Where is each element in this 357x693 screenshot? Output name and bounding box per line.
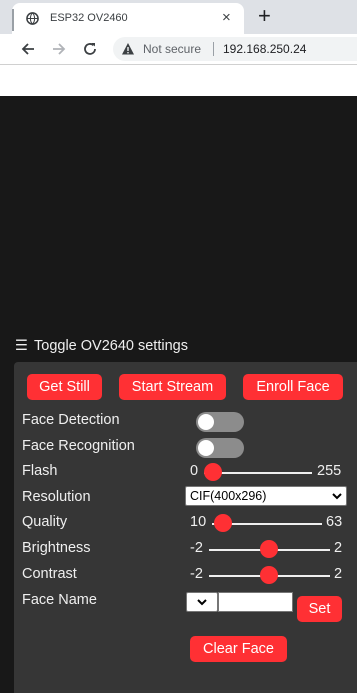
brightness-slider-thumb[interactable]	[260, 540, 278, 558]
resolution-value: CIF(400x296)	[190, 489, 267, 503]
quality-min: 10	[190, 514, 207, 530]
globe-icon	[26, 12, 39, 25]
tab-separator	[12, 9, 14, 31]
brightness-min: -2	[190, 540, 203, 556]
flash-min: 0	[190, 463, 199, 479]
get-still-button[interactable]: Get Still	[27, 374, 102, 400]
brightness-label: Brightness	[22, 540, 91, 556]
face-detection-toggle[interactable]	[196, 412, 244, 432]
contrast-min: -2	[190, 566, 203, 582]
browser-toolbar: Not secure 192.168.250.24	[0, 34, 357, 64]
quality-max: 63	[326, 514, 343, 530]
toggle-settings-label: Toggle OV2640 settings	[34, 338, 188, 354]
chevron-down-icon	[332, 493, 342, 500]
tab-title: ESP32 OV2460	[50, 12, 128, 24]
url-text[interactable]: 192.168.250.24	[223, 42, 306, 56]
address-bar[interactable]: Not secure 192.168.250.24	[113, 37, 357, 61]
reload-icon[interactable]	[80, 39, 100, 59]
contrast-max: 2	[334, 566, 343, 582]
quality-slider-thumb[interactable]	[214, 514, 232, 532]
face-name-label: Face Name	[22, 592, 97, 608]
face-recognition-toggle[interactable]	[196, 438, 244, 458]
chevron-down-icon	[197, 599, 207, 606]
contrast-label: Contrast	[22, 566, 77, 582]
warning-icon[interactable]	[121, 42, 135, 56]
resolution-select[interactable]: CIF(400x296)	[185, 486, 347, 506]
quality-label: Quality	[22, 514, 68, 530]
clear-face-button[interactable]: Clear Face	[190, 636, 287, 662]
resolution-label: Resolution	[22, 489, 91, 505]
face-name-select[interactable]	[186, 592, 218, 612]
contrast-slider-thumb[interactable]	[260, 566, 278, 584]
face-name-input[interactable]	[218, 592, 293, 612]
security-status[interactable]: Not secure	[143, 42, 201, 56]
flash-max: 255	[317, 463, 342, 479]
face-detection-label: Face Detection	[22, 412, 120, 428]
omnibox-divider	[213, 42, 214, 56]
forward-arrow-icon[interactable]	[49, 39, 69, 59]
toggle-knob	[198, 440, 214, 456]
face-recognition-label: Face Recognition	[22, 438, 135, 454]
toggle-settings[interactable]: ☰ Toggle OV2640 settings	[15, 338, 188, 354]
page-top-blank	[0, 65, 357, 96]
new-tab-button[interactable]: +	[258, 4, 271, 28]
tab-strip: ESP32 OV2460 × +	[0, 0, 357, 34]
flash-label: Flash	[22, 463, 58, 479]
hamburger-icon: ☰	[15, 338, 28, 354]
brightness-max: 2	[334, 540, 343, 556]
tab-close-icon[interactable]: ×	[222, 9, 231, 27]
settings-panel: Get Still Start Stream Enroll Face Face …	[14, 362, 357, 693]
start-stream-button[interactable]: Start Stream	[119, 374, 226, 400]
flash-slider-thumb[interactable]	[204, 463, 222, 481]
back-arrow-icon[interactable]	[18, 39, 38, 59]
set-button[interactable]: Set	[297, 596, 342, 622]
enroll-face-button[interactable]: Enroll Face	[243, 374, 343, 400]
browser-tab[interactable]: ESP32 OV2460 ×	[12, 3, 244, 34]
toggle-knob	[198, 414, 214, 430]
